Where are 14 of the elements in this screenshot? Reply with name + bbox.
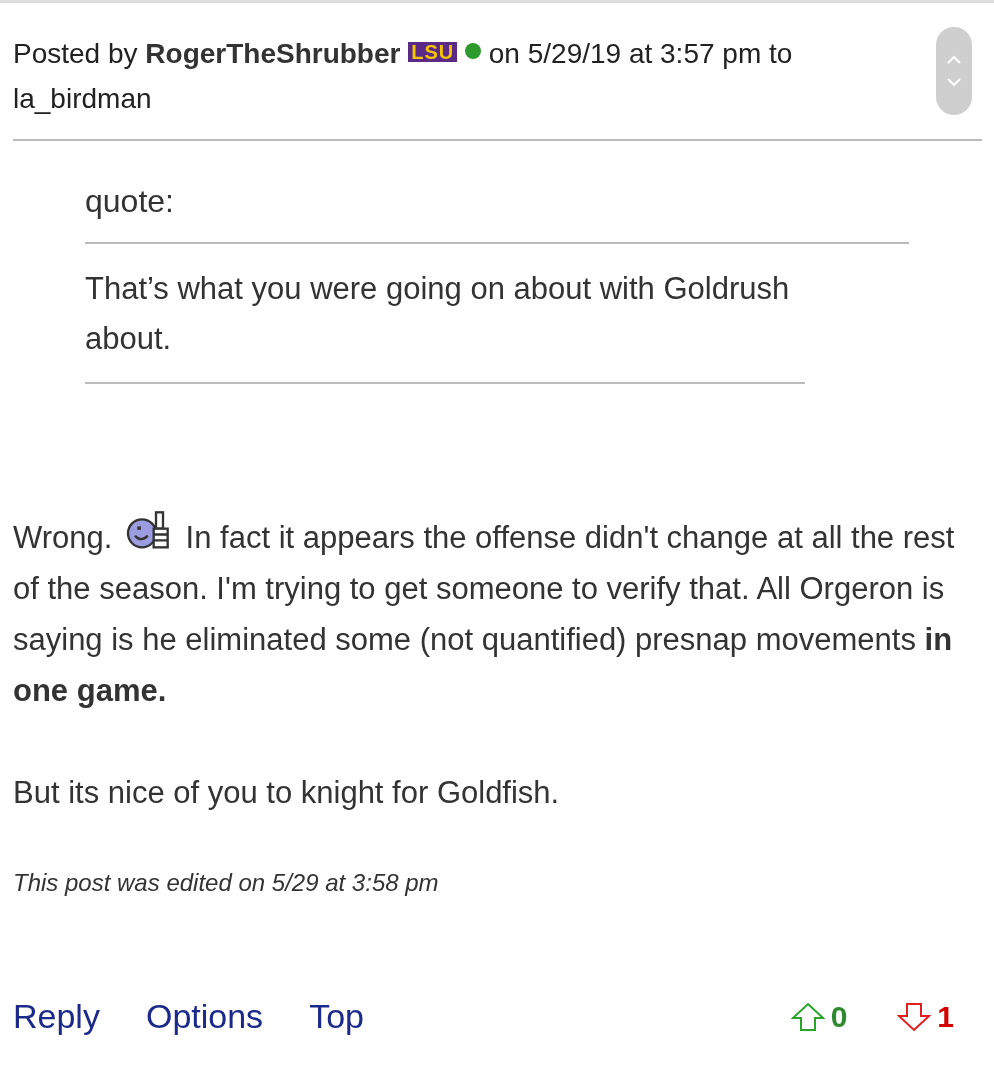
team-badge: LSU xyxy=(408,42,458,62)
posted-by-label: Posted by xyxy=(13,38,138,69)
quote-label: quote: xyxy=(85,173,909,244)
recipient-link[interactable]: la_birdman xyxy=(13,83,152,114)
action-link[interactable]: Options xyxy=(145,997,264,1036)
body-text: But its nice of you to knight for Goldfish. xyxy=(13,774,560,812)
scroll-button[interactable] xyxy=(936,27,972,115)
quote-text: That’s what you were going on about with Goldrush about. xyxy=(85,244,805,384)
author-link[interactable]: RogerTheShrubber xyxy=(145,38,401,69)
body-text: Wrong. In fact it appears the offense didn't change at all the rest of the season. I'm trying to get someone to verify that. All Orgeron is saying is he eliminated some (not quantified) presnap movements in one game. xyxy=(13,510,982,716)
post-date: on 5/29/19 at 3:57 pm to xyxy=(488,38,793,69)
edit-note: This post was edited on 5/29 at 3:58 pm xyxy=(13,869,440,897)
action-link[interactable]: Reply xyxy=(13,997,100,1036)
action-link[interactable]: Top xyxy=(309,997,364,1036)
